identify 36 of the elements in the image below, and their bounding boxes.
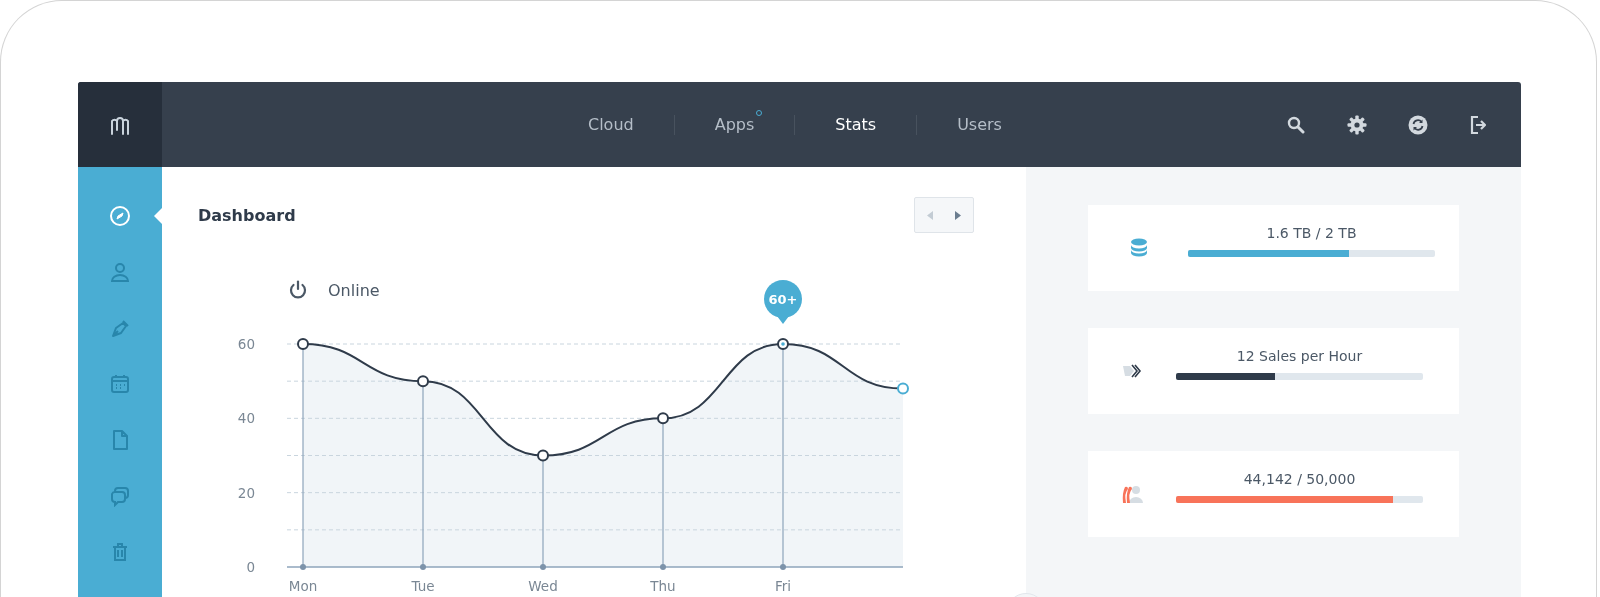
axis-dot [300,564,306,570]
stat-label: 1.6 TB / 2 TB [1266,225,1357,241]
data-point [417,375,429,388]
nav-tab[interactable]: Stats [795,107,917,142]
annotation: 60+ [768,292,798,307]
highlight-dot [781,342,785,346]
y-tick-label: 0 [246,559,255,575]
axis-dot [660,564,666,570]
power-icon [288,279,308,301]
end-point [897,382,909,395]
page-title: Dashboard [198,205,296,225]
y-tick-label: 20 [237,484,255,501]
stat-label: 12 Sales per Hour [1236,348,1363,364]
nav-tab[interactable]: Cloud [548,107,674,142]
x-tick-label: Tue [411,578,435,594]
next-button[interactable] [955,210,961,220]
axis-dot [540,564,546,570]
x-tick-label: Thu [650,578,676,594]
stat-label: 44,142 / 50,000 [1243,471,1356,487]
x-tick-label: Mon [288,578,318,594]
x-tick-label: Wed [528,578,558,594]
axis-dot [420,564,426,570]
data-point [657,412,669,425]
nav-tab[interactable]: Users [917,107,1042,142]
database-icon [1131,238,1147,258]
x-tick-label: Fri [774,578,792,594]
tag-icon [1122,363,1144,379]
data-point [537,449,549,462]
series-label: Online [328,280,380,300]
users-icon [1122,485,1144,503]
y-tick-label: 60 [237,336,255,352]
y-tick-label: 40 [237,410,255,427]
axis-dot [780,564,786,570]
data-point [297,338,309,350]
nav-tab[interactable]: Apps [674,107,795,142]
data-point [777,338,789,350]
